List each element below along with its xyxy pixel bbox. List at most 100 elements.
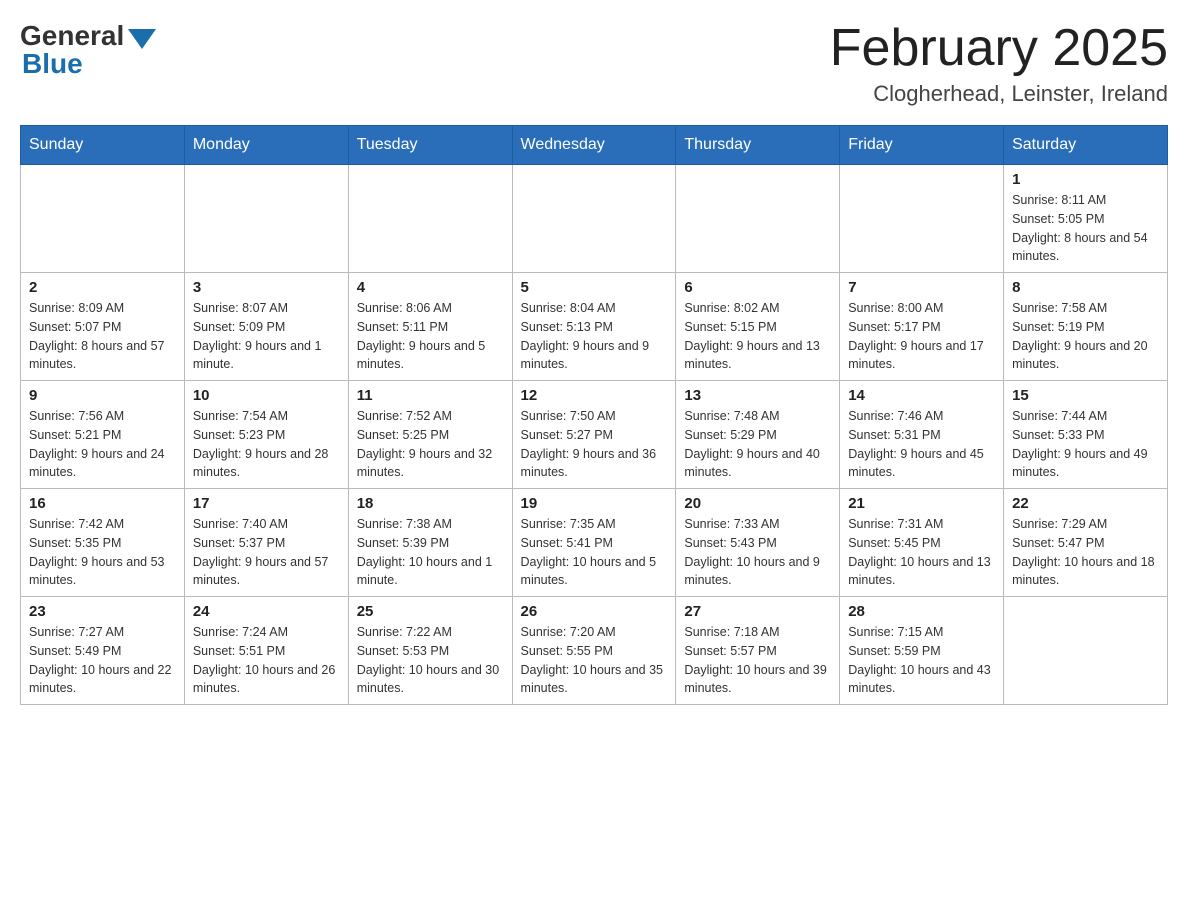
calendar-cell-w2-d6: 7 Sunrise: 8:00 AMSunset: 5:17 PMDaylight…: [840, 273, 1004, 381]
day-number: 8: [1012, 279, 1159, 296]
day-info: Sunrise: 7:48 AMSunset: 5:29 PMDaylight:…: [684, 407, 831, 482]
calendar-cell-w1-d4: [512, 165, 676, 273]
day-info: Sunrise: 7:40 AMSunset: 5:37 PMDaylight:…: [193, 515, 340, 590]
day-number: 24: [193, 603, 340, 620]
day-number: 13: [684, 387, 831, 404]
day-number: 19: [521, 495, 668, 512]
header-friday: Friday: [840, 126, 1004, 165]
day-number: 7: [848, 279, 995, 296]
header-sunday: Sunday: [21, 126, 185, 165]
day-info: Sunrise: 7:42 AMSunset: 5:35 PMDaylight:…: [29, 515, 176, 590]
logo: General Blue: [20, 20, 156, 80]
day-number: 17: [193, 495, 340, 512]
calendar-week-1: 1 Sunrise: 8:11 AMSunset: 5:05 PMDaylight…: [21, 165, 1168, 273]
day-number: 26: [521, 603, 668, 620]
day-info: Sunrise: 7:56 AMSunset: 5:21 PMDaylight:…: [29, 407, 176, 482]
day-info: Sunrise: 7:29 AMSunset: 5:47 PMDaylight:…: [1012, 515, 1159, 590]
calendar-cell-w5-d4: 26 Sunrise: 7:20 AMSunset: 5:55 PMDayligh…: [512, 597, 676, 705]
calendar-cell-w1-d2: [184, 165, 348, 273]
calendar-header-row: Sunday Monday Tuesday Wednesday Thursday…: [21, 126, 1168, 165]
calendar-cell-w2-d5: 6 Sunrise: 8:02 AMSunset: 5:15 PMDaylight…: [676, 273, 840, 381]
calendar-cell-w4-d2: 17 Sunrise: 7:40 AMSunset: 5:37 PMDayligh…: [184, 489, 348, 597]
calendar-cell-w2-d7: 8Sunrise: 7:58 AMSunset: 5:19 PMDaylight…: [1004, 273, 1168, 381]
calendar-cell-w5-d6: 28 Sunrise: 7:15 AMSunset: 5:59 PMDayligh…: [840, 597, 1004, 705]
day-info: Sunrise: 7:46 AMSunset: 5:31 PMDaylight:…: [848, 407, 995, 482]
day-info: Sunrise: 7:54 AMSunset: 5:23 PMDaylight:…: [193, 407, 340, 482]
day-number: 14: [848, 387, 995, 404]
logo-blue: Blue: [20, 48, 83, 80]
header-monday: Monday: [184, 126, 348, 165]
day-info: Sunrise: 8:07 AMSunset: 5:09 PMDaylight:…: [193, 299, 340, 374]
day-info: Sunrise: 8:11 AMSunset: 5:05 PMDaylight:…: [1012, 191, 1159, 266]
day-number: 5: [521, 279, 668, 296]
calendar-cell-w2-d1: 2 Sunrise: 8:09 AMSunset: 5:07 PMDaylight…: [21, 273, 185, 381]
day-number: 23: [29, 603, 176, 620]
day-info: Sunrise: 7:15 AMSunset: 5:59 PMDaylight:…: [848, 623, 995, 698]
header-wednesday: Wednesday: [512, 126, 676, 165]
day-info: Sunrise: 8:02 AMSunset: 5:15 PMDaylight:…: [684, 299, 831, 374]
calendar-cell-w5-d2: 24 Sunrise: 7:24 AMSunset: 5:51 PMDayligh…: [184, 597, 348, 705]
calendar-cell-w3-d3: 11 Sunrise: 7:52 AMSunset: 5:25 PMDayligh…: [348, 381, 512, 489]
day-number: 25: [357, 603, 504, 620]
day-number: 12: [521, 387, 668, 404]
day-info: Sunrise: 7:33 AMSunset: 5:43 PMDaylight:…: [684, 515, 831, 590]
calendar-week-4: 16 Sunrise: 7:42 AMSunset: 5:35 PMDayligh…: [21, 489, 1168, 597]
header-thursday: Thursday: [676, 126, 840, 165]
calendar-cell-w2-d3: 4 Sunrise: 8:06 AMSunset: 5:11 PMDaylight…: [348, 273, 512, 381]
day-info: Sunrise: 7:18 AMSunset: 5:57 PMDaylight:…: [684, 623, 831, 698]
calendar-cell-w2-d4: 5 Sunrise: 8:04 AMSunset: 5:13 PMDaylight…: [512, 273, 676, 381]
page-header: General Blue February 2025 Clogherhead, …: [20, 20, 1168, 107]
calendar-cell-w3-d5: 13 Sunrise: 7:48 AMSunset: 5:29 PMDayligh…: [676, 381, 840, 489]
calendar-cell-w1-d5: [676, 165, 840, 273]
day-number: 10: [193, 387, 340, 404]
day-info: Sunrise: 7:52 AMSunset: 5:25 PMDaylight:…: [357, 407, 504, 482]
calendar-cell-w5-d5: 27 Sunrise: 7:18 AMSunset: 5:57 PMDayligh…: [676, 597, 840, 705]
day-number: 21: [848, 495, 995, 512]
day-info: Sunrise: 7:38 AMSunset: 5:39 PMDaylight:…: [357, 515, 504, 590]
day-number: 16: [29, 495, 176, 512]
day-number: 6: [684, 279, 831, 296]
day-number: 3: [193, 279, 340, 296]
day-info: Sunrise: 7:22 AMSunset: 5:53 PMDaylight:…: [357, 623, 504, 698]
day-number: 9: [29, 387, 176, 404]
day-number: 20: [684, 495, 831, 512]
location: Clogherhead, Leinster, Ireland: [830, 81, 1168, 107]
calendar-cell-w2-d2: 3 Sunrise: 8:07 AMSunset: 5:09 PMDaylight…: [184, 273, 348, 381]
calendar-cell-w5-d1: 23Sunrise: 7:27 AMSunset: 5:49 PMDayligh…: [21, 597, 185, 705]
day-number: 27: [684, 603, 831, 620]
calendar-cell-w4-d1: 16 Sunrise: 7:42 AMSunset: 5:35 PMDayligh…: [21, 489, 185, 597]
calendar-cell-w1-d7: 1 Sunrise: 8:11 AMSunset: 5:05 PMDaylight…: [1004, 165, 1168, 273]
day-info: Sunrise: 7:24 AMSunset: 5:51 PMDaylight:…: [193, 623, 340, 698]
day-info: Sunrise: 7:50 AMSunset: 5:27 PMDaylight:…: [521, 407, 668, 482]
calendar-cell-w3-d2: 10 Sunrise: 7:54 AMSunset: 5:23 PMDayligh…: [184, 381, 348, 489]
calendar-cell-w5-d3: 25 Sunrise: 7:22 AMSunset: 5:53 PMDayligh…: [348, 597, 512, 705]
day-number: 4: [357, 279, 504, 296]
calendar-cell-w1-d1: [21, 165, 185, 273]
calendar-week-2: 2 Sunrise: 8:09 AMSunset: 5:07 PMDaylight…: [21, 273, 1168, 381]
header-tuesday: Tuesday: [348, 126, 512, 165]
day-info: Sunrise: 8:09 AMSunset: 5:07 PMDaylight:…: [29, 299, 176, 374]
day-number: 28: [848, 603, 995, 620]
calendar-cell-w1-d3: [348, 165, 512, 273]
day-number: 1: [1012, 171, 1159, 188]
day-number: 22: [1012, 495, 1159, 512]
day-number: 18: [357, 495, 504, 512]
calendar-cell-w3-d4: 12 Sunrise: 7:50 AMSunset: 5:27 PMDayligh…: [512, 381, 676, 489]
month-title: February 2025: [830, 20, 1168, 77]
day-info: Sunrise: 8:04 AMSunset: 5:13 PMDaylight:…: [521, 299, 668, 374]
calendar-cell-w4-d4: 19 Sunrise: 7:35 AMSunset: 5:41 PMDayligh…: [512, 489, 676, 597]
day-info: Sunrise: 8:06 AMSunset: 5:11 PMDaylight:…: [357, 299, 504, 374]
logo-arrow-icon: [128, 29, 156, 49]
day-number: 15: [1012, 387, 1159, 404]
day-info: Sunrise: 8:00 AMSunset: 5:17 PMDaylight:…: [848, 299, 995, 374]
calendar-cell-w4-d7: 22 Sunrise: 7:29 AMSunset: 5:47 PMDayligh…: [1004, 489, 1168, 597]
calendar-cell-w3-d7: 15Sunrise: 7:44 AMSunset: 5:33 PMDayligh…: [1004, 381, 1168, 489]
header-saturday: Saturday: [1004, 126, 1168, 165]
day-info: Sunrise: 7:20 AMSunset: 5:55 PMDaylight:…: [521, 623, 668, 698]
calendar-week-5: 23Sunrise: 7:27 AMSunset: 5:49 PMDayligh…: [21, 597, 1168, 705]
day-number: 2: [29, 279, 176, 296]
day-info: Sunrise: 7:35 AMSunset: 5:41 PMDaylight:…: [521, 515, 668, 590]
title-block: February 2025 Clogherhead, Leinster, Ire…: [830, 20, 1168, 107]
day-number: 11: [357, 387, 504, 404]
calendar-cell-w4-d5: 20 Sunrise: 7:33 AMSunset: 5:43 PMDayligh…: [676, 489, 840, 597]
